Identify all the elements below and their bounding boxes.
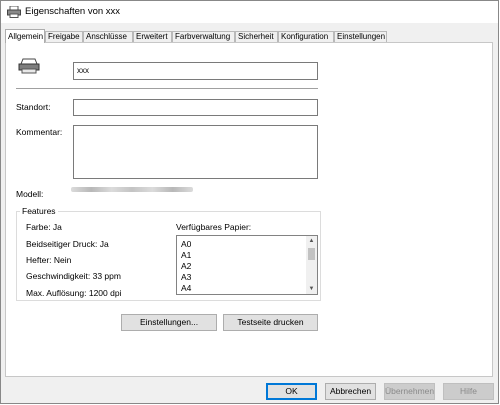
printer-name-input[interactable]: xxx [73,62,318,80]
cancel-button[interactable]: Abbrechen [325,383,376,400]
tab-anschluesse[interactable]: Anschlüsse [83,31,133,42]
printer-icon [18,58,40,76]
feature-max-resolution: Max. Auflösung: 1200 dpi [26,288,122,298]
print-test-page-button[interactable]: Testseite drucken [223,314,318,331]
scroll-down-icon[interactable]: ▼ [306,284,317,294]
tab-erweitert[interactable]: Erweitert [133,31,172,42]
ok-button[interactable]: OK [266,383,317,400]
feature-stapler: Hefter: Nein [26,255,72,265]
list-item[interactable]: A4 [181,283,191,293]
tab-farbverwaltung[interactable]: Farbverwaltung [172,31,235,42]
model-label: Modell: [16,189,44,199]
model-value-redacted [71,187,193,192]
list-item[interactable]: A0 [181,239,191,249]
printer-properties-window: Eigenschaften von xxx Allgemein Freigabe… [0,0,499,404]
apply-button[interactable]: Übernehmen [384,383,435,400]
tab-freigabe[interactable]: Freigabe [45,31,83,42]
tab-einstellungen[interactable]: Einstellungen [334,31,387,42]
separator [16,88,318,89]
scroll-up-icon[interactable]: ▲ [306,236,317,246]
comment-textarea[interactable] [73,125,318,179]
scroll-thumb[interactable] [308,248,315,260]
paper-label: Verfügbares Papier: [176,222,252,232]
list-item[interactable]: A1 [181,250,191,260]
tab-sicherheit[interactable]: Sicherheit [235,31,278,42]
window-title: Eigenschaften von xxx [25,6,121,17]
title-bar: Eigenschaften von xxx [1,1,498,23]
paper-list-scrollbar[interactable]: ▲ ▼ [306,236,317,294]
feature-color: Farbe: Ja [26,222,62,232]
tab-allgemein[interactable]: Allgemein [5,29,45,43]
list-item[interactable]: A2 [181,261,191,271]
comment-label: Kommentar: [16,127,63,137]
preferences-button[interactable]: Einstellungen... [121,314,217,331]
tab-konfiguration[interactable]: Konfiguration [278,31,334,42]
feature-speed: Geschwindigkeit: 33 ppm [26,271,121,281]
location-input[interactable] [73,99,318,116]
location-label: Standort: [16,102,51,112]
help-button[interactable]: Hilfe [443,383,494,400]
paper-listbox[interactable]: A0 A1 A2 A3 A4 ▲ ▼ [176,235,318,295]
list-item[interactable]: A3 [181,272,191,282]
printer-icon [7,5,21,18]
features-group-label: Features [20,206,58,216]
general-tab-panel: xxx Standort: Kommentar: Modell: Feature… [5,42,493,377]
feature-duplex: Beidseitiger Druck: Ja [26,239,109,249]
